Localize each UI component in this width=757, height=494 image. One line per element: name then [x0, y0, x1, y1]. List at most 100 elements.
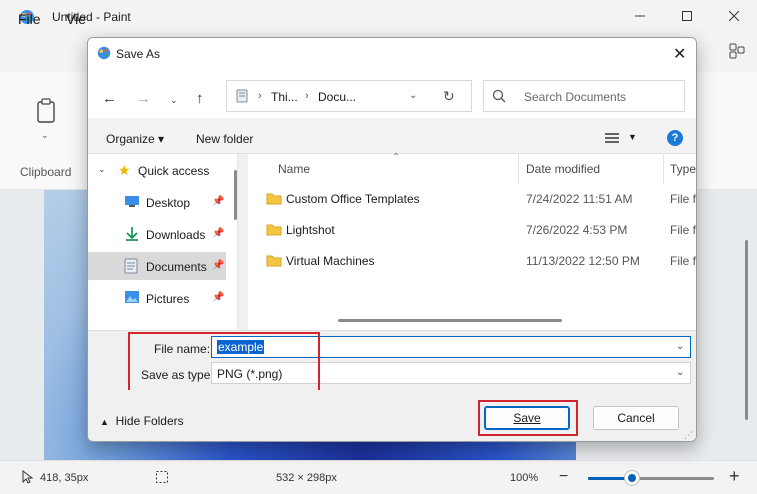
- close-button[interactable]: [711, 0, 757, 32]
- recent-locations-chevron-icon[interactable]: ⌄: [170, 95, 178, 106]
- file-type: File fo: [670, 223, 697, 237]
- file-name: Custom Office Templates: [286, 192, 420, 206]
- pointer-icon: [22, 470, 34, 484]
- pin-icon: 📌: [212, 260, 225, 271]
- folder-icon: [266, 255, 282, 267]
- hide-folders-button[interactable]: ▲ Hide Folders: [100, 414, 184, 428]
- save-as-dialog: Save As ✕ ← → ⌄ ↑ › Thi... › Docu... ⌄ ↻…: [87, 37, 697, 442]
- pin-icon: 📌: [212, 228, 225, 239]
- desktop-icon: [125, 196, 139, 207]
- nav-item-downloads[interactable]: Downloads 📌: [88, 220, 226, 248]
- back-arrow-icon[interactable]: ←: [102, 90, 117, 107]
- search-icon: [492, 89, 506, 103]
- chevron-up-icon: ▲: [100, 417, 109, 427]
- help-icon[interactable]: ?: [667, 130, 683, 146]
- dialog-title: Save As: [116, 47, 161, 61]
- nav-item-label: Documents: [146, 260, 207, 274]
- close-icon: [729, 11, 739, 21]
- maximize-icon: [682, 11, 692, 21]
- dialog-close-icon[interactable]: ✕: [673, 44, 686, 64]
- nav-quick-access[interactable]: ⌄ ★ Quick access: [88, 156, 226, 184]
- pin-icon: 📌: [212, 196, 225, 207]
- file-name: Virtual Machines: [286, 254, 375, 268]
- folder-icon: [266, 224, 282, 236]
- clipboard-icon[interactable]: [35, 98, 57, 124]
- chevron-down-icon[interactable]: ⌄: [41, 130, 49, 141]
- breadcrumb-separator: ›: [305, 90, 309, 102]
- nav-item-desktop[interactable]: Desktop 📌: [88, 188, 226, 216]
- documents-icon: [124, 258, 138, 274]
- sort-ascending-icon: ⌃: [392, 152, 401, 163]
- highlight-box-save: [478, 400, 578, 436]
- column-divider[interactable]: [518, 154, 519, 184]
- breadcrumb-documents[interactable]: Docu...: [318, 90, 356, 104]
- menu-file[interactable]: File: [18, 11, 41, 27]
- file-row[interactable]: Lightshot 7/26/2022 4:53 PM File fo: [248, 215, 696, 245]
- chevron-down-icon[interactable]: ⌄: [98, 164, 106, 175]
- nav-item-documents[interactable]: Documents 📌: [88, 252, 226, 280]
- selection-size-icon: [156, 471, 168, 483]
- file-name: Lightshot: [286, 223, 335, 237]
- resize-grip-icon[interactable]: ⋰: [684, 430, 693, 441]
- folder-icon: [266, 193, 282, 205]
- file-date: 7/26/2022 4:53 PM: [526, 223, 628, 237]
- file-type: File fo: [670, 254, 697, 268]
- canvas-size: 532 × 298px: [276, 472, 337, 484]
- nav-pane-scrollbar[interactable]: [234, 170, 237, 220]
- file-row[interactable]: Custom Office Templates 7/24/2022 11:51 …: [248, 184, 696, 214]
- window-title: Untitled - Paint: [52, 10, 131, 24]
- pictures-icon: [125, 291, 139, 303]
- vertical-scrollbar[interactable]: [745, 240, 748, 420]
- star-icon: ★: [118, 162, 131, 178]
- dialog-titlebar: [88, 38, 696, 68]
- view-dropdown-icon[interactable]: ▼: [628, 132, 637, 142]
- zoom-slider-thumb[interactable]: [624, 470, 641, 486]
- paint-app-icon: [97, 46, 111, 60]
- column-header-name[interactable]: Name: [278, 162, 310, 176]
- file-list-horizontal-scrollbar[interactable]: [338, 319, 562, 322]
- nav-item-label: Downloads: [146, 228, 206, 242]
- minimize-icon: [635, 15, 645, 17]
- column-header-date[interactable]: Date modified: [526, 162, 600, 176]
- pin-icon: 📌: [212, 292, 225, 303]
- file-type: File fo: [670, 192, 697, 206]
- address-bar[interactable]: › Thi... › Docu... ⌄ ↻: [226, 80, 472, 112]
- nav-item-label: Pictures: [146, 292, 190, 306]
- file-row[interactable]: Virtual Machines 11/13/2022 12:50 PM Fil…: [248, 246, 696, 276]
- zoom-in-button[interactable]: +: [729, 466, 740, 487]
- column-divider[interactable]: [663, 154, 664, 184]
- up-arrow-icon[interactable]: ↑: [196, 90, 204, 107]
- highlight-box-fields: [128, 332, 320, 392]
- maximize-button[interactable]: [664, 0, 710, 32]
- view-options-icon[interactable]: [604, 131, 620, 145]
- nav-quick-access-label: Quick access: [138, 164, 210, 178]
- hide-folders-label: Hide Folders: [115, 414, 184, 428]
- panels-icon[interactable]: [728, 42, 746, 60]
- minimize-button[interactable]: [617, 0, 663, 32]
- nav-item-pictures[interactable]: Pictures 📌: [88, 284, 226, 312]
- column-header-type[interactable]: Type: [670, 162, 696, 176]
- refresh-icon[interactable]: ↻: [443, 88, 455, 105]
- zoom-level: 100%: [510, 472, 539, 484]
- download-icon: [126, 227, 138, 241]
- breadcrumb-separator: ›: [258, 90, 262, 102]
- zoom-out-button[interactable]: −: [559, 468, 568, 486]
- search-input[interactable]: Search Documents: [483, 80, 685, 112]
- new-folder-button[interactable]: New folder: [196, 132, 253, 146]
- chevron-down-icon[interactable]: ⌄: [676, 367, 684, 378]
- zoom-slider-track[interactable]: [588, 477, 714, 480]
- nav-item-label: Desktop: [146, 196, 191, 210]
- clipboard-label: Clipboard: [20, 165, 72, 179]
- chevron-down-icon[interactable]: ⌄: [676, 341, 684, 352]
- forward-arrow-icon[interactable]: →: [136, 90, 151, 107]
- cursor-position: 418, 35px: [40, 472, 89, 484]
- this-pc-icon: [236, 89, 248, 103]
- breadcrumb-this-pc[interactable]: Thi...: [271, 90, 298, 104]
- address-dropdown-icon[interactable]: ⌄: [409, 90, 417, 101]
- menu-view[interactable]: Vie: [66, 11, 86, 27]
- cancel-button[interactable]: Cancel: [593, 406, 679, 430]
- navigation-pane: ⌄ ★ Quick access Desktop 📌 Downloads 📌 D…: [88, 154, 238, 330]
- organize-button[interactable]: Organize ▾: [106, 132, 164, 146]
- file-date: 7/24/2022 11:51 AM: [526, 192, 633, 206]
- file-date: 11/13/2022 12:50 PM: [526, 254, 640, 268]
